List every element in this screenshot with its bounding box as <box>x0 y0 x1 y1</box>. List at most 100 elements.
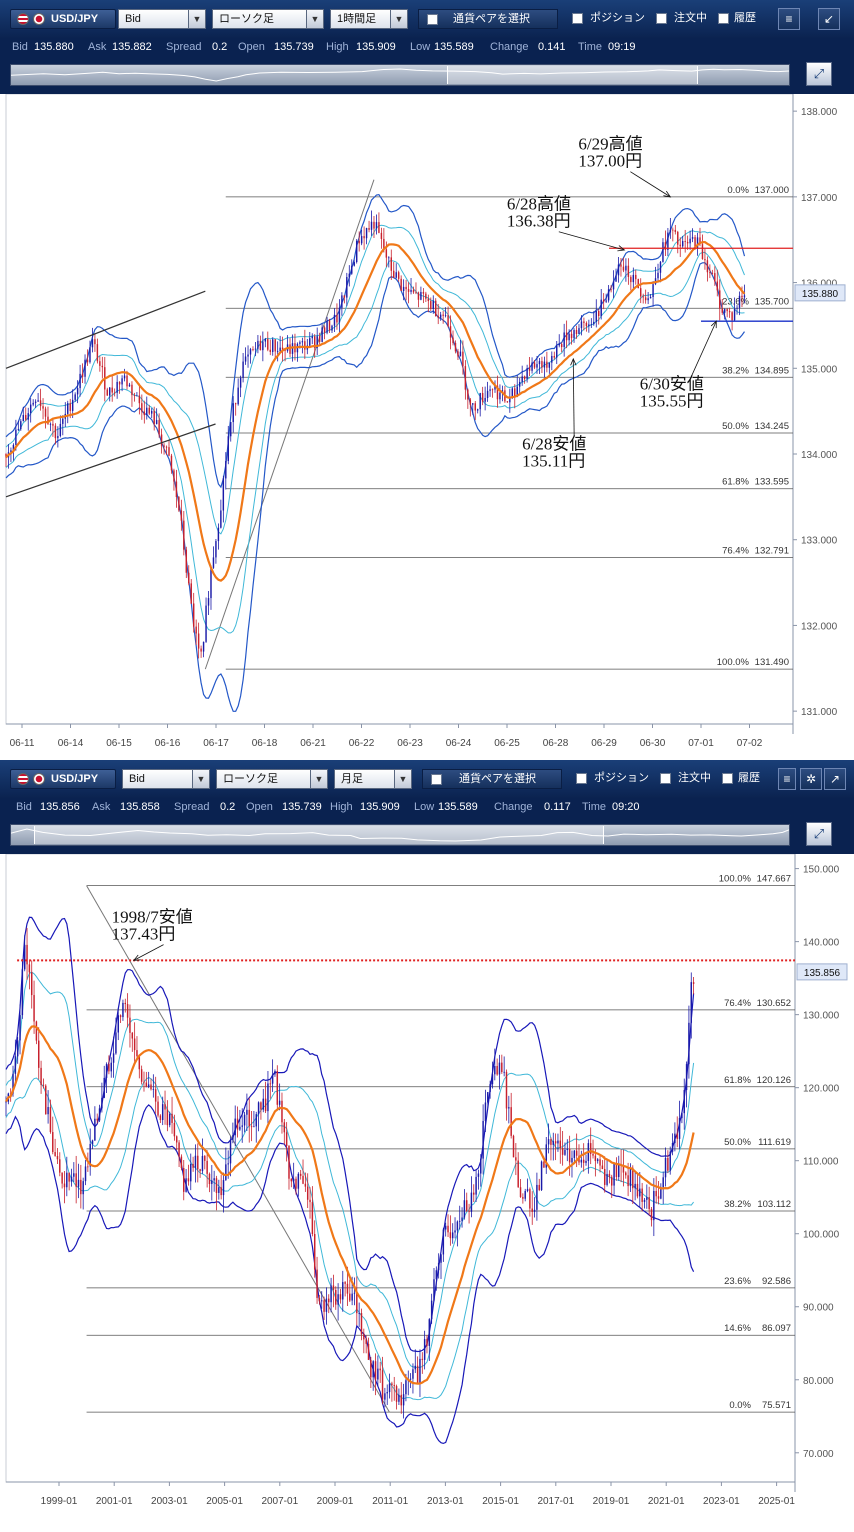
candle-body <box>462 351 464 367</box>
candle-body <box>519 1187 522 1198</box>
candle-body <box>59 423 62 437</box>
candle-body <box>491 389 494 391</box>
fit-arrows-icon[interactable]: ⤢ <box>806 822 832 846</box>
price-type-select[interactable]: Bid ▼ <box>122 769 210 789</box>
candle-body <box>318 1297 321 1302</box>
candle-body <box>611 1176 613 1186</box>
chart-toolbar: USD/JPY Bid ▼ ローソク足 ▼ 月足 ▼ 通貨ペアを選択 ポジション… <box>0 760 854 799</box>
candle-body <box>23 944 26 970</box>
hourly-candlestick-chart[interactable]: 131.000132.000133.000134.000135.000136.0… <box>0 93 854 758</box>
candle-body <box>672 229 674 231</box>
gear-icon[interactable]: ✲ <box>800 768 822 790</box>
fit-arrows-icon[interactable]: ⤢ <box>806 62 832 86</box>
orders-checkbox[interactable] <box>656 13 667 24</box>
candle-body <box>439 314 442 318</box>
candle-body <box>426 1339 428 1346</box>
candle-body <box>35 1021 38 1041</box>
timeframe-select[interactable]: 1時間足 ▼ <box>330 9 408 29</box>
candle-body <box>108 1064 110 1072</box>
candle-body <box>333 314 336 326</box>
fib-percent-label: 23.6% <box>724 1276 751 1287</box>
x-tick-label: 06-28 <box>543 738 569 749</box>
candle-body <box>349 1293 351 1301</box>
candle-body <box>592 1153 594 1156</box>
history-toggle[interactable]: 履歴 <box>722 769 772 789</box>
candle-body <box>126 375 128 387</box>
candle-body <box>211 1180 213 1185</box>
currency-pair-button[interactable]: USD/JPY <box>10 9 116 29</box>
y-tick-label: 134.000 <box>801 450 838 461</box>
monthly-chart-area[interactable]: 70.000 80.000 90.000 100.000 110.000 120.000 1… <box>0 853 854 1527</box>
orders-toggle[interactable]: 注文中 <box>660 769 720 789</box>
candle-body <box>154 1089 157 1102</box>
menu-icon[interactable]: ≡ <box>778 8 800 30</box>
candle-body <box>563 332 565 348</box>
chart-type-select[interactable]: ローソク足 ▼ <box>216 769 328 789</box>
low-label: Low <box>414 801 435 813</box>
candle-body <box>365 1339 367 1344</box>
candle-body <box>351 1293 353 1301</box>
candle-body <box>606 1173 608 1185</box>
navigator-track[interactable] <box>10 64 790 86</box>
timeframe-select[interactable]: 月足 ▼ <box>334 769 412 789</box>
select-pair-button[interactable]: 通貨ペアを選択 <box>418 9 558 29</box>
hourly-chart-area[interactable]: 131.000 132.000 133.000 134.000 135.000 136.0… <box>0 93 854 758</box>
navigator-track[interactable] <box>10 824 790 846</box>
fib-percent-label: 0.0% <box>727 185 749 196</box>
fib-percent-label: 0.0% <box>729 1400 751 1411</box>
candle-body <box>543 1161 545 1168</box>
y-tick-label: 110.000 <box>803 1157 839 1168</box>
history-checkbox[interactable] <box>718 13 729 24</box>
candle-body <box>671 1143 674 1152</box>
candle-body <box>197 633 200 649</box>
select-pair-checkbox[interactable] <box>427 14 438 25</box>
candle-body <box>529 1189 531 1209</box>
monthly-candlestick-chart[interactable]: 70.000 80.000 90.000 100.000 110.000 120.000 1… <box>0 853 854 1527</box>
candle-body <box>264 1098 267 1112</box>
candle-body <box>274 1071 276 1075</box>
annotation-text: 135.55円 <box>640 392 704 411</box>
candle-body <box>662 1177 664 1188</box>
price-type-select[interactable]: Bid ▼ <box>118 9 206 29</box>
maximize-arrow-icon[interactable]: ↗ <box>824 768 846 790</box>
candle-body <box>15 429 17 445</box>
candle-body <box>601 1165 604 1169</box>
select-pair-checkbox[interactable] <box>431 774 442 785</box>
candle-body <box>385 249 388 258</box>
history-toggle[interactable]: 履歴 <box>718 9 768 29</box>
position-toggle[interactable]: ポジション <box>572 9 652 29</box>
candle-body <box>197 1155 199 1170</box>
candle-body <box>610 289 612 291</box>
position-toggle[interactable]: ポジション <box>576 769 656 789</box>
candle-body <box>454 342 457 352</box>
candle-body <box>370 221 373 230</box>
position-checkbox[interactable] <box>572 13 583 24</box>
position-checkbox[interactable] <box>576 773 587 784</box>
select-pair-button[interactable]: 通貨ペアを選択 <box>422 769 562 789</box>
minimize-arrow-icon[interactable]: ↙ <box>818 8 840 30</box>
candle-body <box>227 1163 229 1165</box>
candle-body <box>415 292 417 294</box>
currency-pair-button[interactable]: USD/JPY <box>10 769 116 789</box>
candle-body <box>659 261 662 273</box>
candle-body <box>711 273 714 274</box>
candle-body <box>414 1365 417 1370</box>
orders-toggle[interactable]: 注文中 <box>656 9 716 29</box>
candle-body <box>96 1118 98 1121</box>
candle-body <box>620 264 622 267</box>
candle-body <box>140 1069 143 1082</box>
candle-body <box>664 1157 667 1178</box>
candle-body <box>302 1175 304 1184</box>
candle-body <box>625 265 627 271</box>
candle-body <box>295 1178 297 1189</box>
candle-body <box>320 1300 323 1302</box>
orders-checkbox[interactable] <box>660 773 671 784</box>
history-checkbox[interactable] <box>722 773 733 784</box>
candle-body <box>380 232 383 239</box>
chart-type-select[interactable]: ローソク足 ▼ <box>212 9 324 29</box>
menu-icon[interactable]: ≡ <box>778 768 796 790</box>
candle-body <box>45 1085 47 1115</box>
candle-body <box>257 1102 260 1115</box>
candle-body <box>518 381 521 387</box>
x-tick-label: 06-16 <box>155 738 181 749</box>
